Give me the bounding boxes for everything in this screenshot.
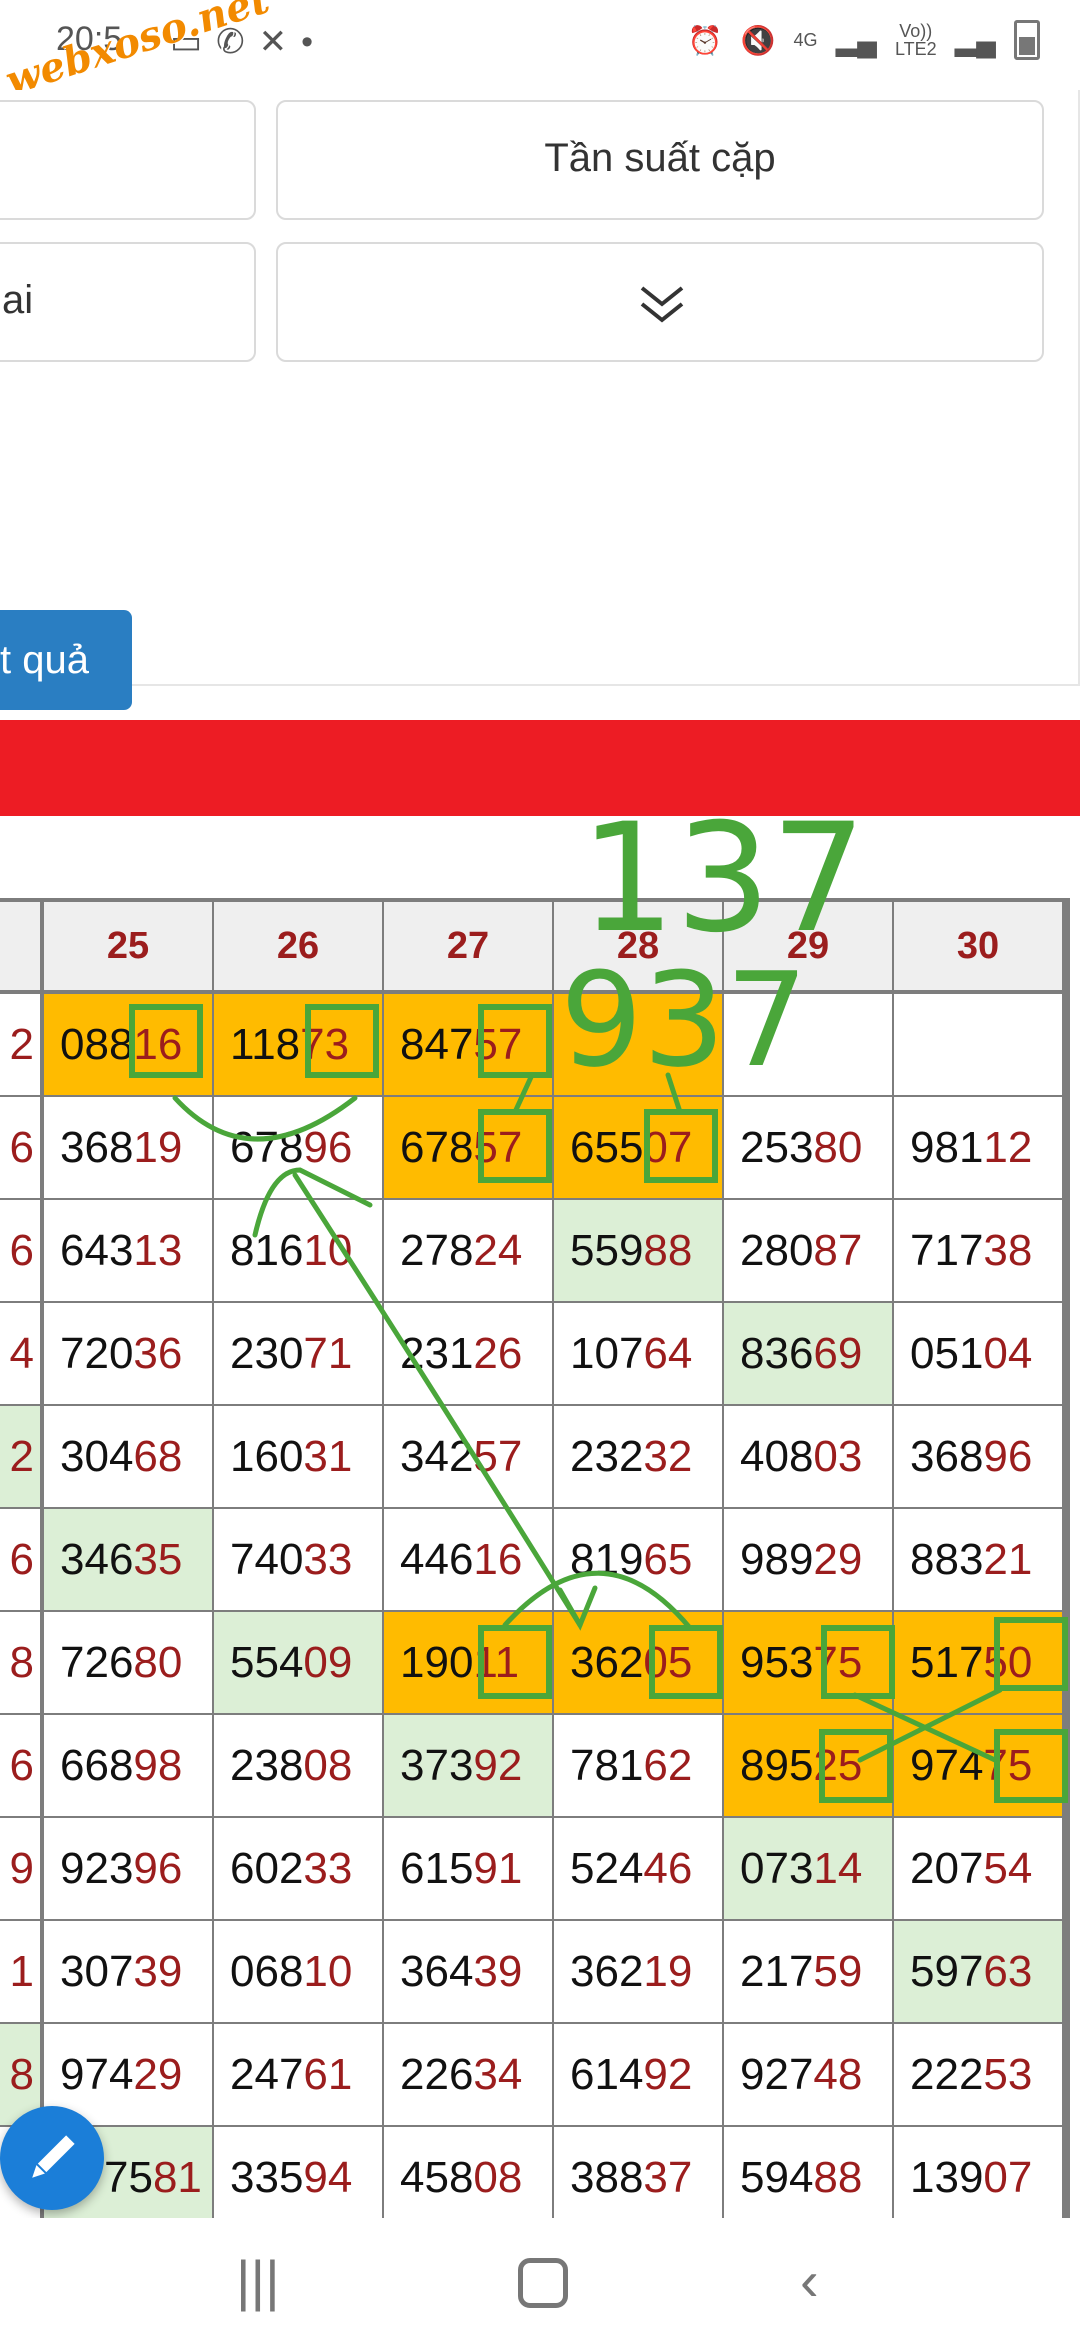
hand-drawn-stroke: [557, 1585, 598, 1631]
recent-apps-icon[interactable]: |||: [236, 2248, 280, 2313]
hand-drawn-stroke: [172, 1095, 358, 1142]
highlight-box: [994, 1617, 1068, 1691]
hand-drawn-stroke: [857, 1687, 1003, 1763]
hand-drawn-stroke: [512, 1072, 535, 1115]
hand-drawn-annotations: 137937: [129, 792, 1068, 1803]
highlight-box: [821, 1625, 895, 1699]
pencil-icon: [32, 2135, 75, 2178]
home-icon[interactable]: [518, 2258, 568, 2308]
highlight-box: [819, 1729, 893, 1803]
highlight-box: [478, 1004, 552, 1078]
highlight-box: [649, 1625, 723, 1699]
highlight-box: [129, 1004, 203, 1078]
navigation-bar: ||| ‹: [0, 2218, 1080, 2340]
hand-drawn-stroke: [502, 1570, 693, 1631]
back-icon[interactable]: ‹: [800, 2248, 819, 2313]
annotation-text-137: 137: [580, 792, 866, 966]
highlight-box: [994, 1729, 1068, 1803]
hand-drawn-stroke: [292, 1172, 583, 1628]
highlight-box: [478, 1109, 552, 1183]
highlight-box: [644, 1109, 718, 1183]
highlight-box: [305, 1004, 379, 1078]
highlight-box: [478, 1625, 552, 1699]
edit-fab-button[interactable]: [0, 2106, 104, 2210]
annotation-text-937: 937: [560, 944, 808, 1096]
